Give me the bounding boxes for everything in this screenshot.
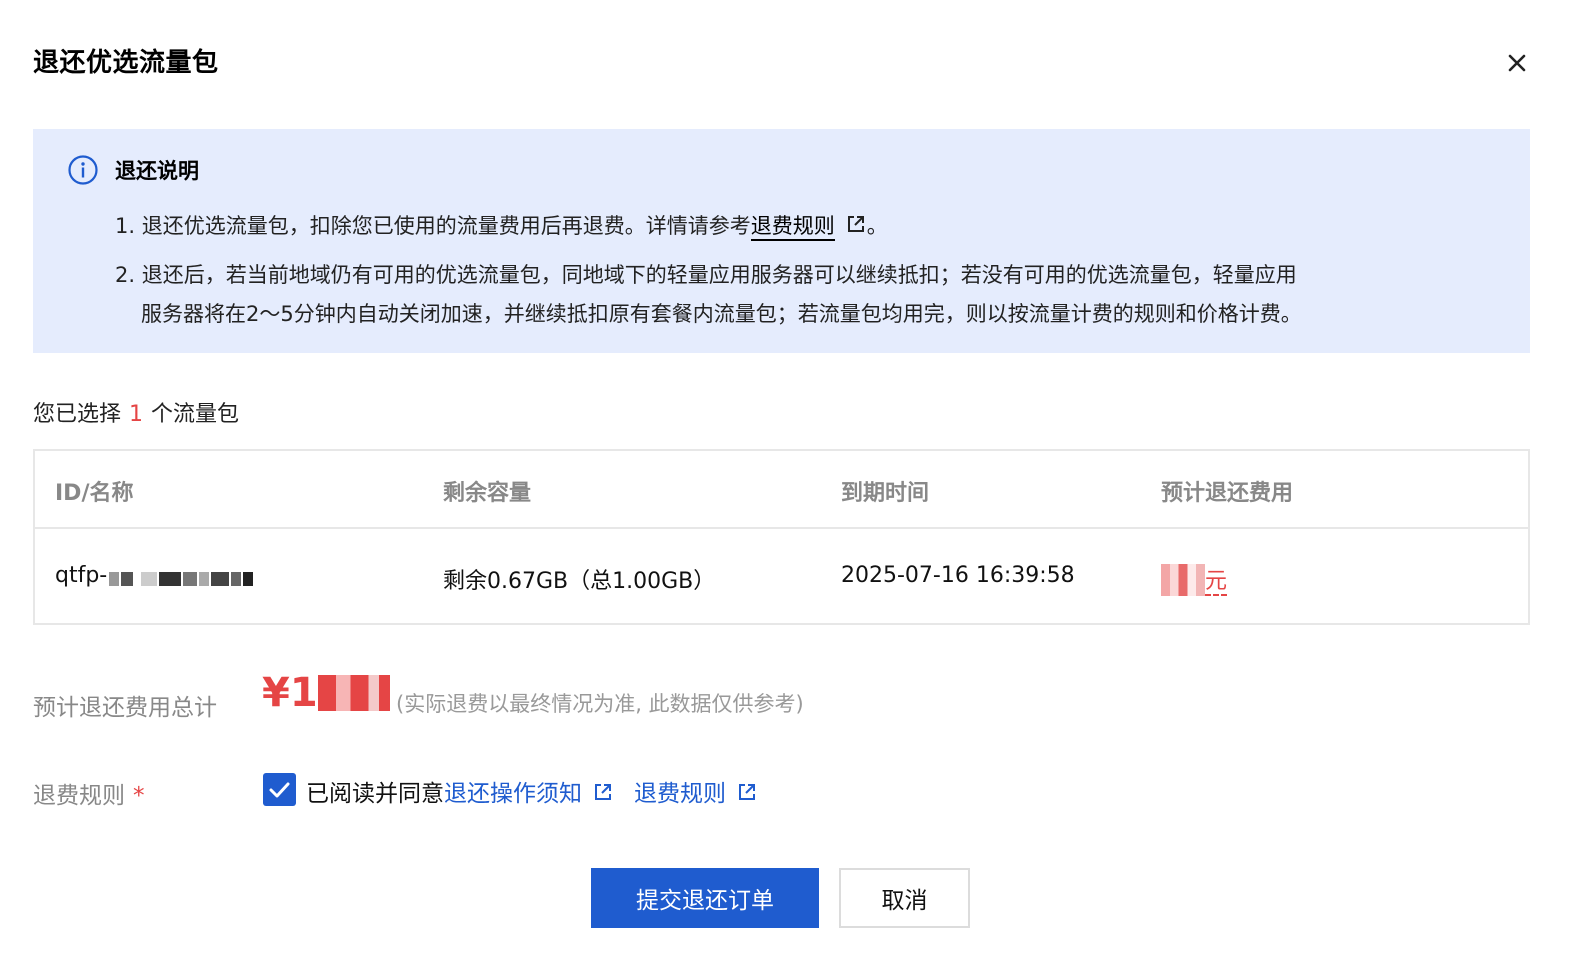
refund-rules-link[interactable]: 退费规则	[750, 214, 835, 241]
submit-refund-button[interactable]: 提交退还订单	[591, 868, 819, 928]
cell-expire: 2025-07-16 16:39:58	[841, 563, 1075, 588]
notice-line-2: 2. 退还后，若当前地域仍有可用的优选流量包，同地域下的轻量应用服务器可以继续抵…	[115, 263, 1297, 287]
agree-prefix: 已阅读并同意	[306, 781, 444, 807]
redacted-id	[107, 566, 254, 586]
header-id: ID/名称	[55, 481, 134, 506]
selection-prefix: 您已选择	[33, 402, 122, 427]
info-icon	[67, 154, 99, 186]
rules-label: 退费规则 *	[33, 776, 145, 810]
notice-line-1: 1. 退还优选流量包，扣除您已使用的流量费用后再退费。详情请参考退费规则 。	[115, 206, 888, 246]
rules-label-text: 退费规则	[33, 783, 125, 809]
notice-line-1-suffix: 。	[866, 214, 888, 238]
cell-refund-unit: 元	[1205, 569, 1228, 596]
cell-id-prefix: qtfp-	[55, 563, 108, 588]
dialog-title: 退还优选流量包	[33, 48, 219, 78]
header-refund: 预计退还费用	[1161, 481, 1294, 506]
cell-refund: 元	[1161, 563, 1228, 596]
agree-checkbox[interactable]	[263, 773, 296, 806]
total-amount: ¥1	[262, 670, 390, 716]
total-amount-visible: ¥1	[262, 670, 318, 716]
traffic-package-table: ID/名称 剩余容量 到期时间 预计退还费用 qtfp- 剩余0.67GB（总1…	[33, 449, 1530, 625]
close-icon[interactable]	[1502, 48, 1532, 78]
selection-count: 1	[129, 402, 144, 427]
header-remaining: 剩余容量	[443, 481, 532, 506]
header-expire: 到期时间	[841, 481, 930, 506]
refund-notice: 退还说明 1. 退还优选流量包，扣除您已使用的流量费用后再退费。详情请参考退费规…	[33, 129, 1530, 353]
redacted-refund	[1161, 564, 1205, 596]
cell-remaining: 剩余0.67GB（总1.00GB）	[443, 569, 716, 594]
notice-title: 退还说明	[115, 159, 199, 183]
selection-suffix: 个流量包	[151, 402, 240, 427]
cell-id: qtfp-	[55, 563, 254, 588]
external-link-icon[interactable]	[736, 781, 758, 803]
external-link-icon[interactable]	[592, 781, 614, 803]
total-note: (实际退费以最终情况为准, 此数据仅供参考)	[396, 692, 804, 716]
cancel-button[interactable]: 取消	[839, 868, 970, 928]
refund-instructions-link[interactable]: 退还操作须知	[444, 781, 582, 807]
table-header: ID/名称 剩余容量 到期时间 预计退还费用	[35, 451, 1528, 529]
notice-line-1-text: 1. 退还优选流量包，扣除您已使用的流量费用后再退费。详情请参考	[115, 214, 751, 238]
total-label: 预计退还费用总计	[33, 695, 217, 721]
agree-text: 已阅读并同意退还操作须知 退费规则	[306, 774, 778, 808]
selection-summary: 您已选择 1 个流量包	[33, 396, 239, 428]
redacted-total	[317, 675, 390, 711]
required-mark: *	[133, 783, 145, 809]
notice-line-2-cont: 服务器将在2～5分钟内自动关闭加速，并继续抵扣原有套餐内流量包；若流量包均用完，…	[141, 302, 1302, 326]
external-link-icon[interactable]	[845, 208, 867, 232]
refund-rules-link-2[interactable]: 退费规则	[634, 781, 726, 807]
